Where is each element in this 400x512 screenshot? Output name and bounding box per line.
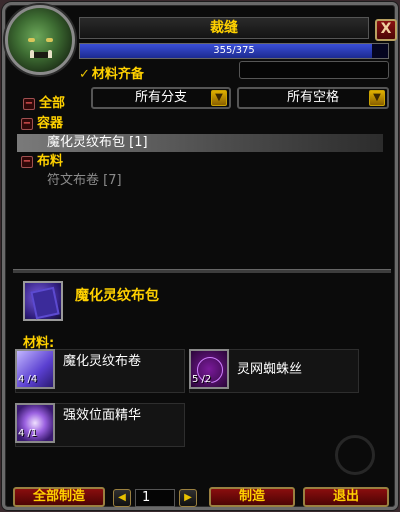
slot-dropdown[interactable]: 所有空格 ▼ <box>237 87 389 109</box>
category-label: 容器 <box>37 116 64 131</box>
exit-button[interactable]: 退出 <box>303 487 389 507</box>
skill-progress-text: 355/375 <box>213 45 255 56</box>
reagent-slot-3[interactable]: 4 /1 强效位面精华 <box>15 403 185 447</box>
increment-button[interactable]: ▶ <box>179 489 197 507</box>
subclass-dropdown[interactable]: 所有分支 ▼ <box>91 87 231 109</box>
create-all-button[interactable]: 全部制造 <box>13 487 105 507</box>
skill-progress-bar: 355/375 <box>79 43 389 59</box>
character-portrait <box>5 5 75 75</box>
reagent-name: 魔化灵纹布卷 <box>63 354 142 369</box>
profession-watermark-icon <box>335 435 375 475</box>
checkmark-icon: ✓ <box>79 67 90 82</box>
chevron-down-icon[interactable]: ▼ <box>369 90 385 106</box>
decrement-button[interactable]: ◀ <box>113 489 131 507</box>
reagent-count: 4 /1 <box>18 428 38 439</box>
tradeskill-window: 裁缝 X 355/375 ✓ 材料齐备 − 全部 所有分支 ▼ 所有空格 ▼ − 容器… <box>2 2 398 510</box>
panel-divider <box>13 269 391 273</box>
portrait-eye-right <box>46 38 53 42</box>
search-input[interactable] <box>239 61 389 79</box>
recipe-item-runecloth-bolt[interactable]: 符文布卷 [7] <box>17 172 383 190</box>
have-materials-label: 材料齐备 <box>91 67 144 82</box>
reagent-name: 灵网蜘蛛丝 <box>237 362 303 377</box>
portrait-tusk-right <box>48 50 52 58</box>
expand-all-toggle[interactable]: − 全部 <box>23 92 65 111</box>
reagent-count: 5 /2 <box>192 374 212 385</box>
reagent-name: 强效位面精华 <box>63 408 142 423</box>
create-button[interactable]: 制造 <box>209 487 295 507</box>
reagent-slot-1[interactable]: 4 /4 魔化灵纹布卷 <box>15 349 185 393</box>
category-header-cloth[interactable]: − 布料 <box>17 153 383 171</box>
have-materials-toggle[interactable]: ✓ 材料齐备 <box>79 63 144 82</box>
recipe-detail-name: 魔化灵纹布包 <box>75 288 159 304</box>
expand-all-label: 全部 <box>39 96 66 111</box>
reagent-count: 4 /4 <box>18 374 38 385</box>
close-button[interactable]: X <box>375 19 397 41</box>
portrait-tusk-left <box>30 50 34 58</box>
collapse-icon: − <box>21 155 33 168</box>
collapse-icon: − <box>23 97 35 110</box>
portrait-eye-left <box>28 38 35 42</box>
quantity-input[interactable]: 1 <box>135 489 175 507</box>
category-header-containers[interactable]: − 容器 <box>17 115 383 133</box>
reagent-slot-2[interactable]: 5 /2 灵网蜘蛛丝 <box>189 349 359 393</box>
slot-dropdown-value: 所有空格 <box>286 90 339 105</box>
bag-icon[interactable] <box>23 281 63 321</box>
chevron-down-icon[interactable]: ▼ <box>211 90 227 106</box>
collapse-icon: − <box>21 117 33 130</box>
recipe-item-bag[interactable]: 魔化灵纹布包 [1] <box>17 134 383 152</box>
recipe-list: − 容器 魔化灵纹布包 [1] − 布料 符文布卷 [7] <box>17 115 383 265</box>
category-label: 布料 <box>37 154 64 169</box>
subclass-dropdown-value: 所有分支 <box>134 90 187 105</box>
window-title: 裁缝 <box>79 17 369 39</box>
